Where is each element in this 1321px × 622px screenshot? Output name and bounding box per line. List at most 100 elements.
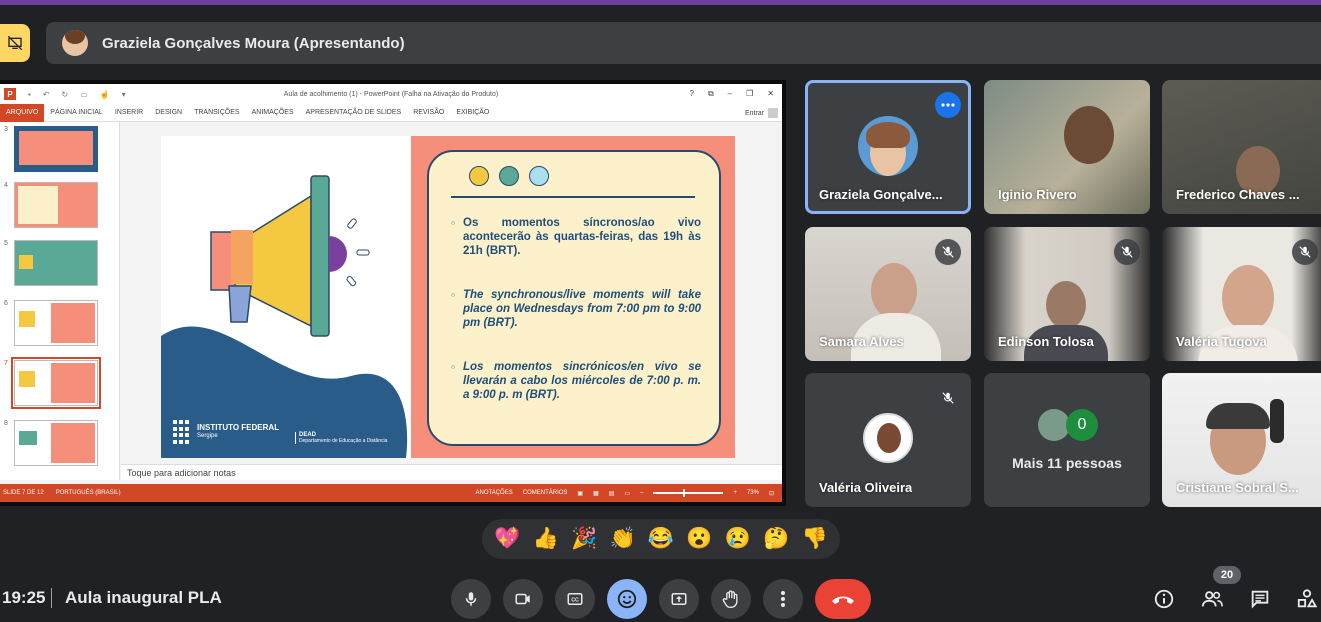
meeting-name: Aula inaugural PLA — [65, 588, 222, 607]
language-indicator[interactable]: PORTUGUÊS (BRASIL) — [56, 490, 121, 496]
slide-number: 8 — [4, 420, 8, 427]
reaction-thumbs-up[interactable]: 👍 — [530, 523, 562, 555]
raise-hand-button[interactable] — [711, 579, 751, 619]
slide-number: 3 — [4, 126, 8, 133]
comments-toggle[interactable]: COMENTÁRIOS — [523, 490, 568, 496]
tab-revisao[interactable]: REVISÃO — [407, 104, 450, 122]
normal-view-icon[interactable]: ▣ — [577, 490, 583, 497]
video-camera-icon — [515, 593, 530, 605]
tab-animacoes[interactable]: ANIMAÇÕES — [246, 104, 300, 122]
captions-button[interactable]: CC — [555, 579, 595, 619]
touch-mode-icon[interactable]: ☝ — [100, 90, 110, 99]
more-people-tile[interactable]: 0 Mais 11 pessoas — [984, 373, 1150, 507]
slide-text-english: The synchronous/live moments will take p… — [451, 288, 701, 330]
participant-tile-samara[interactable]: Samara Alves — [805, 227, 971, 361]
customize-qat-icon[interactable]: ▾ — [122, 90, 126, 99]
leave-call-button[interactable] — [815, 579, 871, 619]
fit-slide-icon[interactable]: ⊡ — [769, 490, 774, 497]
participant-name: Edinson Tolosa — [998, 334, 1094, 349]
reading-view-icon[interactable]: ▤ — [609, 490, 615, 497]
reaction-thinking[interactable]: 🤔 — [760, 523, 792, 555]
tab-transicoes[interactable]: TRANSIÇÕES — [188, 104, 246, 122]
tab-inserir[interactable]: INSERIR — [109, 104, 149, 122]
slide-thumbnail[interactable]: 6 — [4, 300, 116, 352]
reaction-laugh[interactable]: 😂 — [645, 523, 677, 555]
if-grid-icon — [173, 420, 191, 444]
slide-thumbnail[interactable]: 4 — [4, 182, 116, 234]
hand-icon — [722, 590, 738, 608]
slide-thumbnail[interactable]: 3 — [4, 126, 116, 178]
zoom-slider[interactable] — [653, 489, 724, 497]
reaction-thumbs-down[interactable]: 👎 — [799, 523, 831, 555]
slide-editing-area: INSTITUTO FEDERAL Sergipe DEAD Departame… — [121, 122, 782, 480]
chat-icon — [1251, 590, 1269, 609]
slideshow-view-icon[interactable]: ▭ — [624, 490, 630, 497]
participant-tile-valeria-o[interactable]: Valéria Oliveira — [805, 373, 971, 507]
participant-name: Samara Alves — [819, 334, 904, 349]
reaction-surprised[interactable]: 😮 — [683, 523, 715, 555]
notes-pane[interactable]: Toque para adicionar notas — [121, 464, 782, 480]
sorter-view-icon[interactable]: ▦ — [593, 490, 599, 497]
restore-button[interactable]: ❐ — [746, 89, 753, 99]
ppt-status-bar: SLIDE 7 DE 12 PORTUGUÊS (BRASIL) ANOTAÇÕ… — [0, 484, 782, 502]
more-options-menu-button[interactable] — [763, 579, 803, 619]
participant-tile-cristiane[interactable]: Cristiane Sobral S... — [1162, 373, 1321, 507]
emoji-icon — [617, 589, 637, 609]
microphone-button[interactable] — [451, 579, 491, 619]
help-button[interactable]: ? — [690, 89, 694, 99]
zoom-in-icon[interactable]: + — [733, 490, 737, 496]
slide-thumbnail[interactable]: 5 — [4, 240, 116, 292]
undo-icon[interactable]: ↶ — [43, 90, 50, 99]
participant-tile-frederico[interactable]: Frederico Chaves ... — [1162, 80, 1321, 214]
save-icon[interactable]: ▪ — [28, 90, 31, 99]
reactions-button[interactable] — [607, 579, 647, 619]
slide-preview — [14, 420, 98, 466]
signin-area[interactable]: Entrar — [745, 108, 778, 118]
presenter-name: Graziela Gonçalves Moura (Apresentando) — [102, 34, 405, 52]
tab-exibicao[interactable]: EXIBIÇÃO — [450, 104, 495, 122]
participant-video — [1064, 106, 1114, 164]
signin-label[interactable]: Entrar — [745, 110, 764, 117]
more-options-button[interactable] — [935, 92, 961, 118]
slide-number: 4 — [4, 182, 8, 189]
people-button[interactable] — [1200, 587, 1224, 611]
present-button[interactable] — [659, 579, 699, 619]
notes-toggle[interactable]: ANOTAÇÕES — [476, 490, 513, 496]
start-slideshow-icon[interactable]: ▭ — [80, 90, 88, 99]
participant-tile-graziela[interactable]: Graziela Gonçalve... — [805, 80, 971, 214]
tab-arquivo[interactable]: ARQUIVO — [0, 103, 45, 122]
meeting-info-button[interactable] — [1152, 587, 1176, 611]
participant-name: Valéria Oliveira — [819, 480, 913, 495]
participant-tile-iginio[interactable]: Iginio Rivero — [984, 80, 1150, 214]
zoom-out-icon[interactable]: – — [640, 490, 643, 496]
camera-button[interactable] — [503, 579, 543, 619]
close-button[interactable]: ✕ — [767, 89, 774, 99]
activities-button[interactable] — [1295, 587, 1319, 611]
slide-thumbnail-selected[interactable]: 7 — [4, 357, 116, 412]
stop-presenting-button[interactable] — [0, 24, 30, 62]
info-icon — [1154, 589, 1174, 609]
reaction-clap[interactable]: 👏 — [607, 523, 639, 555]
slide-preview — [14, 126, 98, 172]
chat-button[interactable] — [1248, 587, 1272, 611]
tab-pagina-inicial[interactable]: PÁGINA INICIAL — [44, 104, 109, 122]
minimize-button[interactable]: – — [728, 89, 732, 99]
participant-name: Frederico Chaves ... — [1176, 187, 1300, 202]
participant-tile-edinson[interactable]: Edinson Tolosa — [984, 227, 1150, 361]
mic-off-icon — [1299, 246, 1311, 258]
mic-muted-indicator — [935, 239, 961, 265]
hang-up-icon — [832, 596, 854, 604]
slide-thumbnail[interactable]: 8 — [4, 420, 116, 472]
tab-design[interactable]: DESIGN — [149, 104, 188, 122]
redo-icon[interactable]: ↻ — [62, 90, 69, 99]
blue-dot — [529, 166, 549, 186]
tab-apresentacao[interactable]: APRESENTAÇÃO DE SLIDES — [300, 104, 408, 122]
participant-name: Graziela Gonçalve... — [819, 187, 943, 202]
ribbon-display-button[interactable]: ⧉ — [708, 89, 714, 99]
zoom-level[interactable]: 73% — [747, 490, 759, 496]
participant-tile-valeria-t[interactable]: Valéria Tugova — [1162, 227, 1321, 361]
reaction-heart[interactable]: 💖 — [491, 523, 523, 555]
current-slide[interactable]: INSTITUTO FEDERAL Sergipe DEAD Departame… — [161, 136, 735, 458]
reaction-sad[interactable]: 😢 — [722, 523, 754, 555]
reaction-party[interactable]: 🎉 — [568, 523, 600, 555]
